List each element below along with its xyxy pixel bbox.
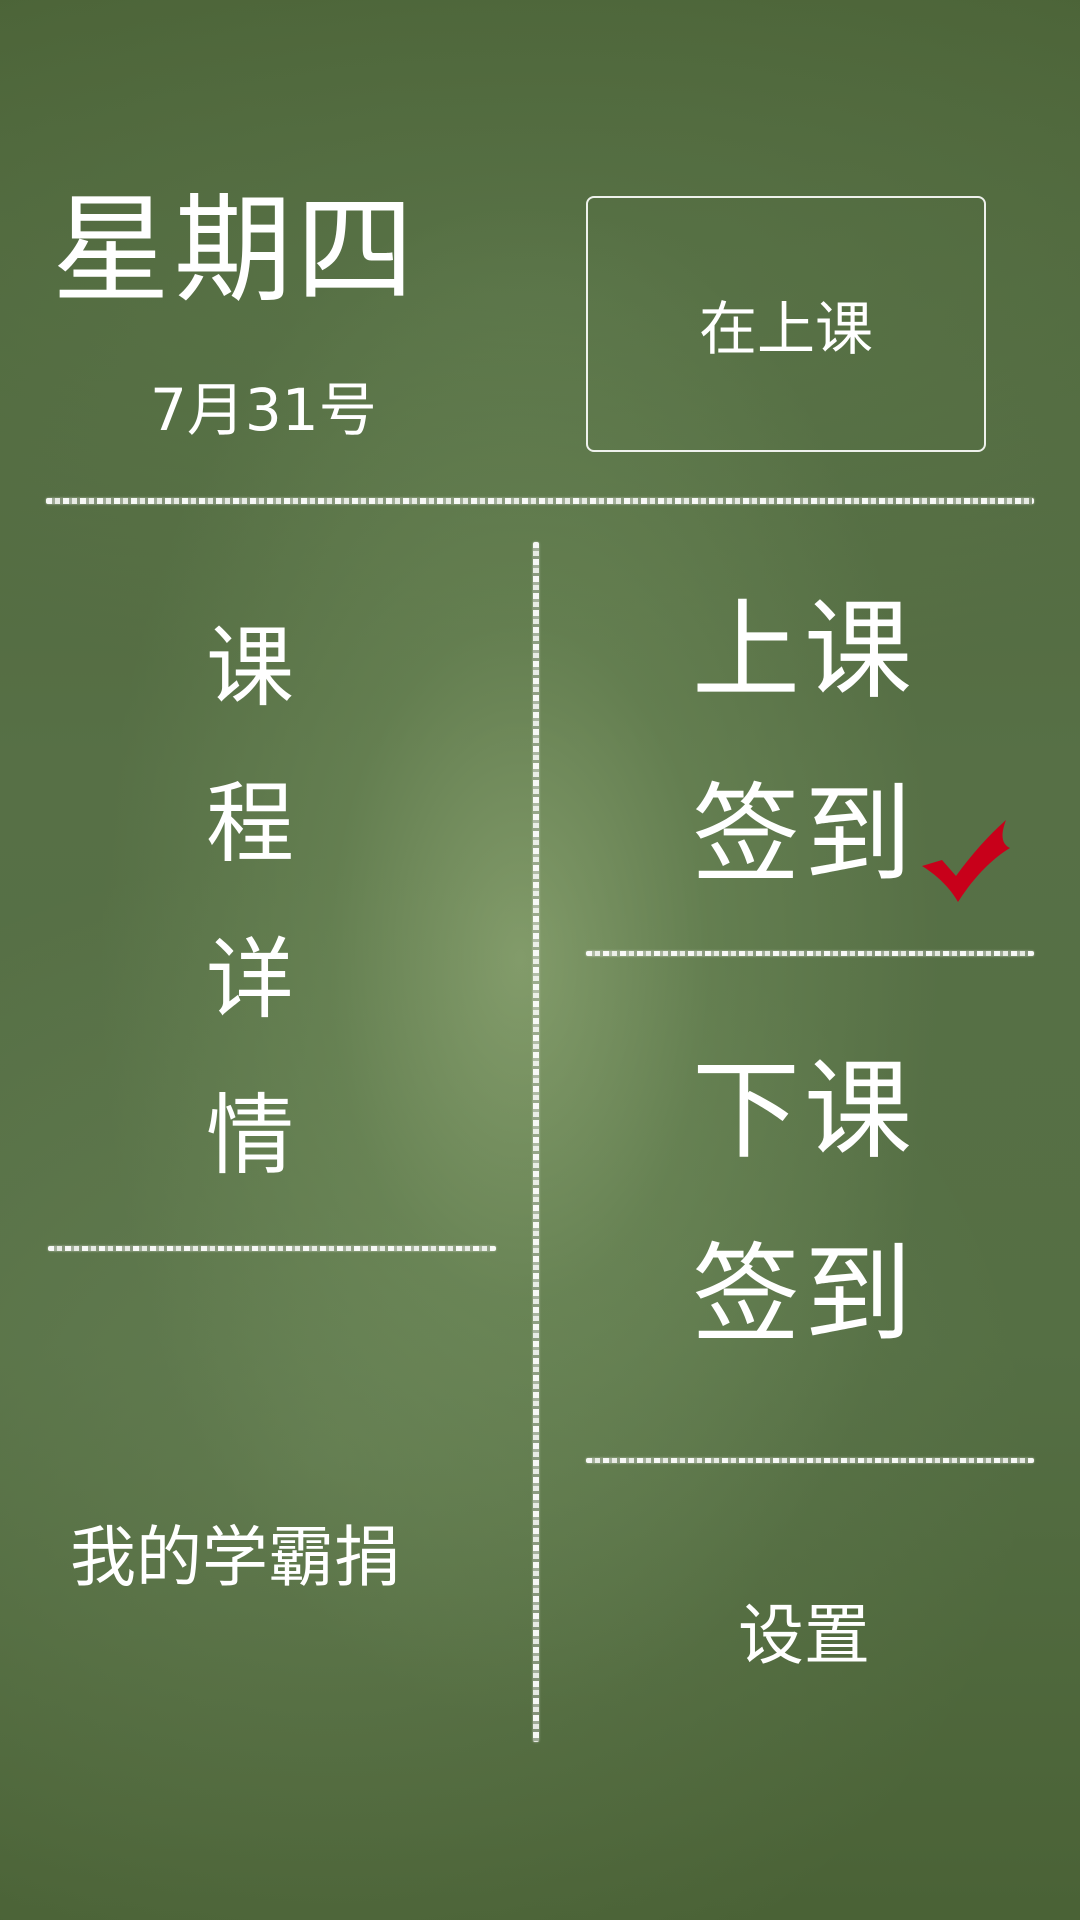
top-divider [46,498,1034,504]
center-divider [533,542,539,1742]
course-detail-char: 详 [205,928,294,1031]
end-checkin-line1: 下课 [691,1049,916,1174]
weekday-title: 星期四 [52,181,419,319]
end-checkin-button[interactable]: 下课 签到 [604,1020,1004,1388]
left-divider [48,1246,496,1251]
class-status-button[interactable]: 在上课 [586,196,986,452]
course-detail-char: 课 [205,616,294,719]
right-divider-lower [586,1458,1034,1463]
start-checkin-line1: 上课 [691,589,916,714]
end-checkin-line2: 签到 [691,1233,916,1358]
donate-link[interactable]: 我的学霸捐 [70,1518,400,1598]
class-status-label: 在上课 [698,295,873,363]
course-detail-char: 程 [205,772,294,875]
course-detail-button[interactable]: 课 程 详 情 [190,590,310,1214]
settings-link[interactable]: 设置 [738,1596,870,1676]
right-divider-upper [586,951,1034,956]
date-label: 7月31号 [150,376,377,444]
course-detail-char: 情 [205,1084,294,1187]
checkmark-icon [922,820,1010,902]
